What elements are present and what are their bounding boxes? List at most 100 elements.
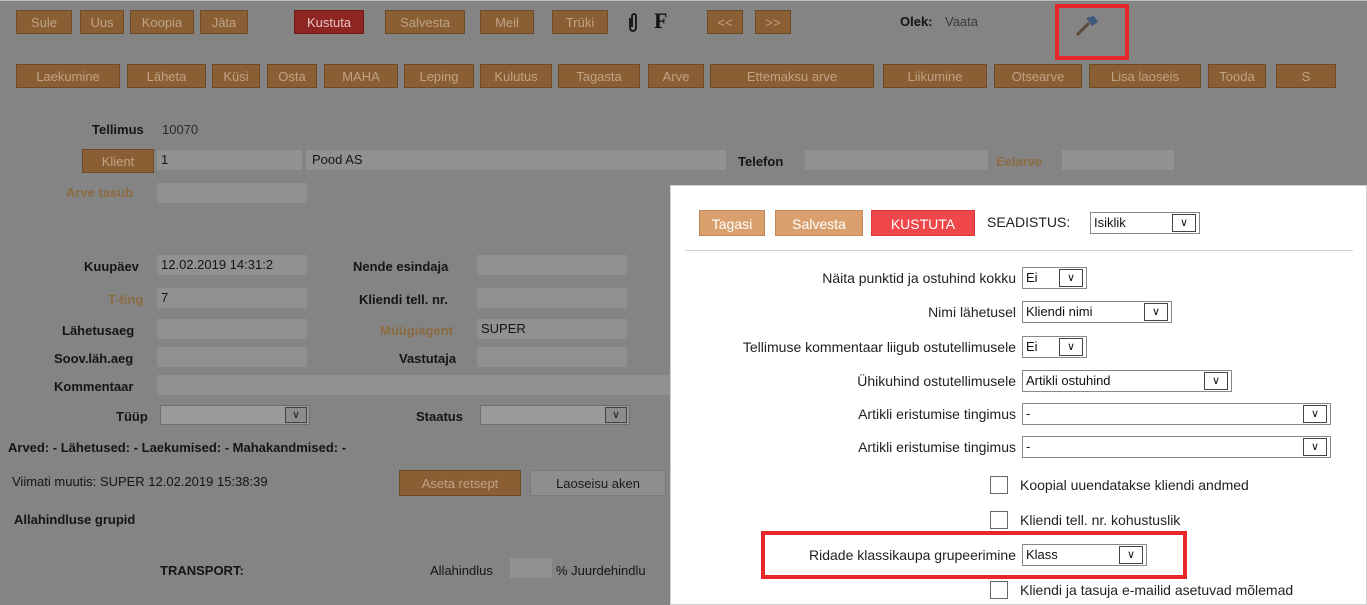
expense-button[interactable]: Kulutus <box>480 64 552 88</box>
delete-button[interactable]: Kustuta <box>294 10 364 34</box>
comment-to-purchase-select[interactable]: Ei ∨ <box>1022 336 1087 358</box>
chevron-down-icon: ∨ <box>1144 303 1168 321</box>
payment-terms-field[interactable]: 7 <box>157 288 307 308</box>
setting-scope-label: SEADISTUS: <box>987 214 1071 230</box>
item-distinction-select-1[interactable]: - ∨ <box>1022 403 1331 425</box>
mail-button[interactable]: Meil <box>480 10 534 34</box>
discount-groups-heading: Allahindluse grupid <box>14 512 136 527</box>
highlight-settings-icon <box>1055 4 1129 60</box>
dispatch-time-label: Lähetusaeg <box>62 323 135 338</box>
client-name-field[interactable]: Pood AS <box>306 150 726 170</box>
unit-price-select[interactable]: Artikli ostuhind ∨ <box>1022 370 1232 392</box>
buy-button[interactable]: Osta <box>267 64 317 88</box>
order-label: Tellimus <box>92 122 144 137</box>
sales-agent-field[interactable]: SUPER <box>477 319 627 339</box>
invoice-payer-label[interactable]: Arve tasub <box>66 185 133 200</box>
responsible-field[interactable] <box>477 347 627 367</box>
their-representative-field[interactable] <box>477 255 627 275</box>
previous-button[interactable]: << <box>707 10 743 34</box>
more-button[interactable]: S <box>1276 64 1336 88</box>
chevron-down-icon: ∨ <box>1303 405 1327 423</box>
keep-button[interactable]: Jäta <box>200 10 248 34</box>
prepayment-invoice-button[interactable]: Ettemaksu arve <box>710 64 874 88</box>
item-distinction-select-2[interactable]: - ∨ <box>1022 436 1331 458</box>
type-label: Tüüp <box>116 409 148 424</box>
top-border <box>0 0 1367 1</box>
phone-field[interactable] <box>805 150 988 170</box>
update-client-data-checkbox[interactable] <box>990 476 1008 494</box>
setting-row-label: Nimi lähetusel <box>928 304 1016 320</box>
setting-row-label: Artikli eristumise tingimus <box>858 406 1016 422</box>
budget-label[interactable]: Eelarve <box>996 154 1042 169</box>
setting-row-label: Artikli eristumise tingimus <box>858 439 1016 455</box>
dispatch-name-select[interactable]: Kliendi nimi ∨ <box>1022 301 1172 323</box>
save-button[interactable]: Salvesta <box>385 10 465 34</box>
date-label: Kuupäev <box>84 259 139 274</box>
chevron-down-icon: ∨ <box>1172 214 1196 232</box>
status-label: Staatus <box>416 409 463 424</box>
select-value: - <box>1026 439 1031 454</box>
close-button[interactable]: Sule <box>16 10 72 34</box>
stock-window-button[interactable]: Laoseisu aken <box>530 470 666 496</box>
popup-delete-button[interactable]: KUSTUTA <box>871 210 975 236</box>
dispatch-time-field[interactable] <box>157 319 307 339</box>
state-label: Olek: <box>900 14 933 29</box>
comment-label: Kommentaar <box>54 379 134 394</box>
chevron-down-icon: ∨ <box>1303 438 1327 456</box>
new-button[interactable]: Uus <box>80 10 124 34</box>
highlight-grouping-row <box>761 531 1187 579</box>
invoice-button[interactable]: Arve <box>648 64 704 88</box>
print-button[interactable]: Trüki <box>552 10 608 34</box>
sales-agent-label[interactable]: Müügiagent <box>380 323 453 338</box>
client-order-required-checkbox[interactable] <box>990 511 1008 529</box>
movement-button[interactable]: Liikumine <box>883 64 987 88</box>
write-off-button[interactable]: MAHA <box>324 64 398 88</box>
dispatch-button[interactable]: Läheta <box>127 64 206 88</box>
contract-button[interactable]: Leping <box>404 64 474 88</box>
insert-recipe-button[interactable]: Aseta retsept <box>399 470 521 496</box>
emails-both-checkbox[interactable] <box>990 581 1008 599</box>
discount-label: Allahindlus <box>430 563 493 578</box>
client-order-number-field[interactable] <box>477 288 627 308</box>
f-button[interactable]: F <box>654 8 667 34</box>
next-button[interactable]: >> <box>755 10 791 34</box>
setting-scope-select[interactable]: Isiklik ∨ <box>1090 212 1200 234</box>
show-points-select[interactable]: Ei ∨ <box>1022 267 1087 289</box>
chevron-down-icon: ∨ <box>605 407 627 423</box>
ask-button[interactable]: Küsi <box>212 64 260 88</box>
responsible-label: Vastutaja <box>399 351 457 366</box>
add-stock-button[interactable]: Lisa laoseis <box>1089 64 1201 88</box>
chevron-down-icon: ∨ <box>1204 372 1228 390</box>
invoice-payer-field[interactable] <box>157 183 307 203</box>
date-value: 12.02.2019 14:31:2 <box>161 257 274 272</box>
popup-save-button[interactable]: Salvesta <box>775 210 863 236</box>
client-order-number-label: Kliendi tell. nr. <box>359 292 448 307</box>
back-button[interactable]: Tagasi <box>699 210 765 236</box>
desired-dispatch-field[interactable] <box>157 347 307 367</box>
select-value: Ei <box>1026 270 1038 285</box>
type-select[interactable]: ∨ <box>160 405 310 425</box>
chevron-down-icon: ∨ <box>1059 269 1083 287</box>
receipt-button[interactable]: Laekumine <box>16 64 120 88</box>
state-value: Vaata <box>945 14 979 29</box>
sales-agent-value: SUPER <box>481 321 526 336</box>
return-button[interactable]: Tagasta <box>558 64 640 88</box>
documents-summary: Arved: - Lähetused: - Laekumised: - Maha… <box>8 440 347 455</box>
produce-button[interactable]: Tooda <box>1208 64 1266 88</box>
direct-invoice-button[interactable]: Otsearve <box>994 64 1082 88</box>
chevron-down-icon: ∨ <box>1059 338 1083 356</box>
date-field[interactable]: 12.02.2019 14:31:2 <box>157 255 307 275</box>
chevron-down-icon: ∨ <box>285 407 307 423</box>
checkbox-label: Koopial uuendatakse kliendi andmed <box>1020 477 1249 493</box>
status-select[interactable]: ∨ <box>480 405 630 425</box>
client-code-field[interactable]: 1 <box>157 150 302 170</box>
client-code: 1 <box>161 152 169 167</box>
budget-field[interactable] <box>1062 150 1174 170</box>
comment-field[interactable] <box>157 375 670 395</box>
paperclip-icon[interactable] <box>626 12 640 37</box>
copy-button[interactable]: Koopia <box>130 10 194 34</box>
discount-field[interactable] <box>510 558 552 578</box>
desired-dispatch-label: Soov.läh.aeg <box>54 351 134 366</box>
client-button[interactable]: Klient <box>82 149 154 173</box>
payment-terms-label[interactable]: T-ting <box>108 292 143 307</box>
